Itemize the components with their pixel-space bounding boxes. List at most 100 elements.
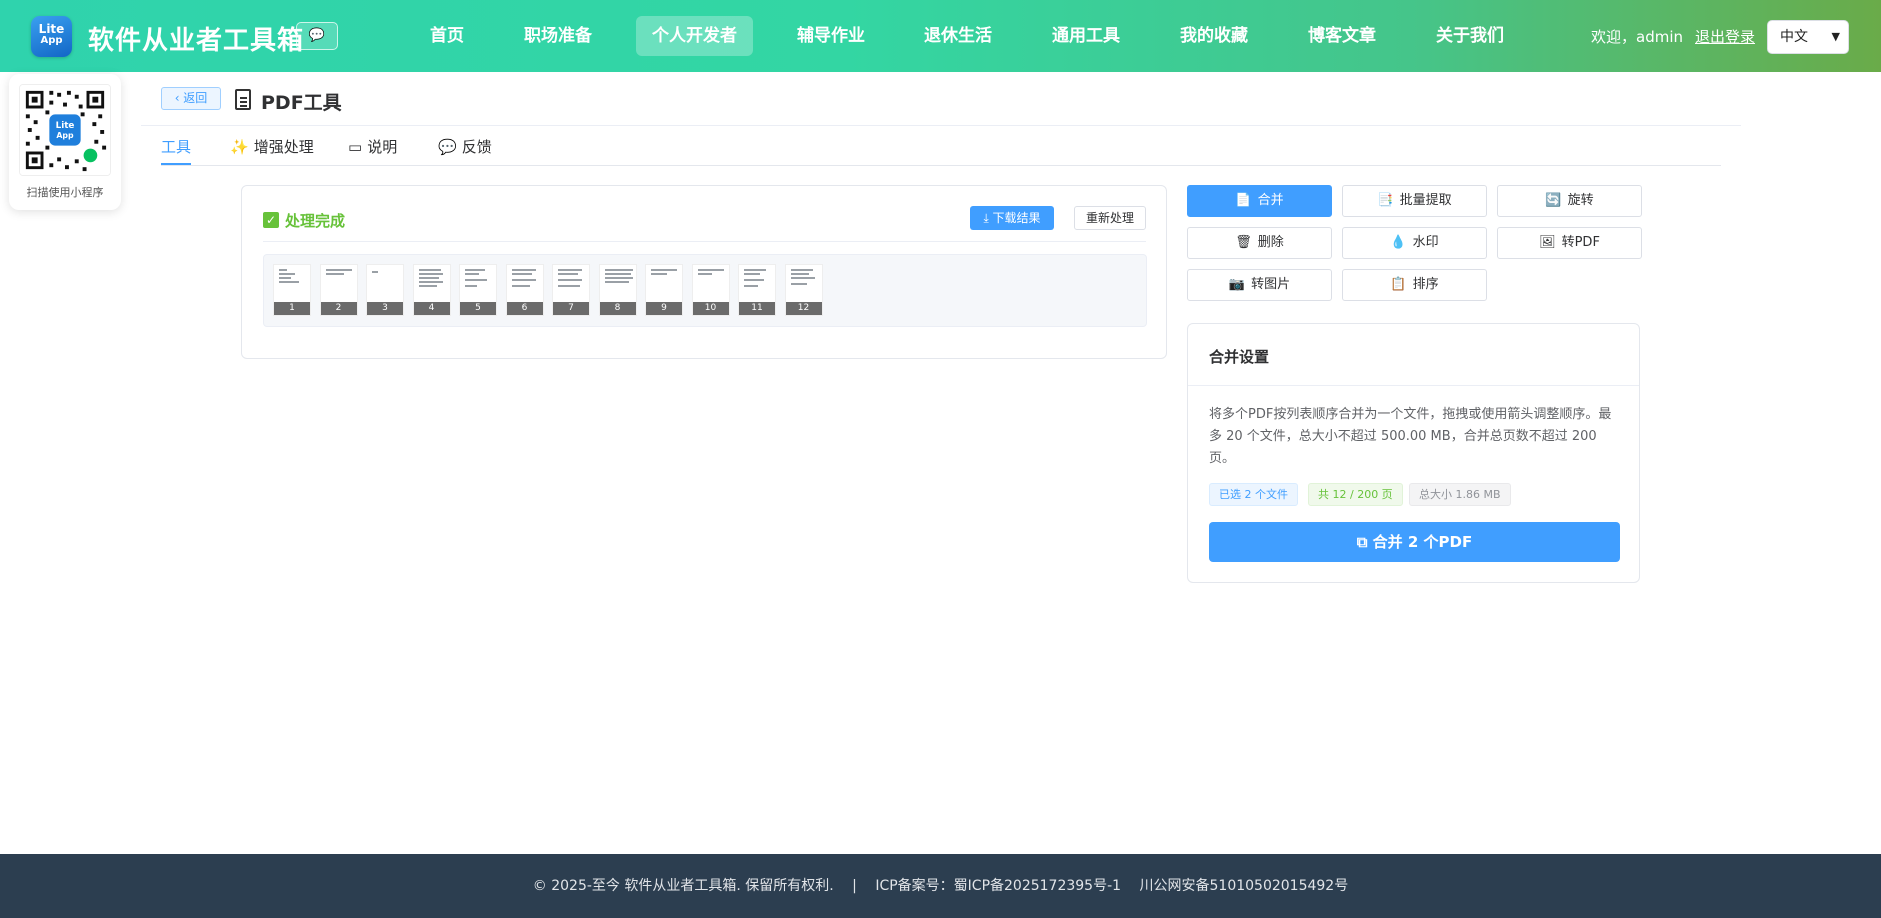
thumbnail-text-line [465, 269, 485, 271]
document-icon [235, 89, 251, 110]
page-thumbnail-strip: 1 2 3 4 5 6 7 8 9 10 11 12 [263, 254, 1147, 327]
tool-rotate-button[interactable]: 🔄 旋转 [1497, 185, 1642, 217]
camera-icon: 📷 [1228, 277, 1246, 292]
thumbnail-text-line [790, 277, 815, 279]
tab-feedback-label: 反馈 [461, 138, 492, 156]
thumbnail-text-line [697, 273, 712, 275]
page-number: 1 [274, 302, 310, 315]
thumbnail-text-line [744, 269, 766, 271]
copyright-text: © 2025-至今 软件从业者工具箱. 保留所有权利. [532, 878, 834, 894]
qr-code-icon: Lite App [19, 84, 111, 176]
tab-instructions-label: 说明 [367, 138, 398, 156]
thumbnail-text-line [511, 269, 536, 271]
tool-delete-button[interactable]: 🗑 删除 [1187, 227, 1332, 259]
page-number: 5 [460, 302, 496, 315]
thumbnail-text-line [651, 269, 677, 271]
site-title[interactable]: 软件从业者工具箱 [88, 20, 304, 57]
image-icon: 🖼 [1539, 235, 1556, 250]
page-thumbnail[interactable]: 6 [505, 264, 544, 316]
tool-batch-extract-button[interactable]: 📑 批量提取 [1342, 185, 1487, 217]
tool-to-image-button[interactable]: 📷 转图片 [1187, 269, 1332, 301]
selected-files-badge: 已选 2 个文件 [1209, 483, 1298, 506]
nav-favorites[interactable]: 我的收藏 [1164, 16, 1264, 56]
page-number: 9 [646, 302, 682, 315]
page-thumbnail[interactable]: 3 [366, 264, 404, 316]
icp-link[interactable]: ICP备案号：蜀ICP备2025172395号-1 [875, 878, 1121, 894]
thumbnail-text-line [744, 279, 764, 281]
result-panel: ✓ 处理完成 ⤓ 下载结果 重新处理 1 2 3 4 5 6 7 8 9 10 11 12 [241, 185, 1167, 359]
tab-feedback[interactable]: 💬 反馈 [438, 137, 492, 165]
thumbnail-text-line [744, 273, 760, 275]
page-count-badge: 共 12 / 200 页 [1308, 483, 1403, 506]
page-thumbnail[interactable]: 5 [459, 264, 497, 316]
page-thumbnail[interactable]: 1 [273, 264, 311, 316]
page-thumbnail[interactable]: 10 [691, 264, 730, 316]
language-select[interactable]: 中文 ▼ [1767, 20, 1849, 54]
sparkle-icon: ✨ [230, 138, 249, 156]
thumbnail-text-line [604, 273, 631, 275]
tool-watermark-button[interactable]: 💧 水印 [1342, 227, 1487, 259]
nav-home[interactable]: 首页 [414, 16, 480, 56]
nav-homework[interactable]: 辅导作业 [781, 16, 881, 56]
nav-about[interactable]: 关于我们 [1420, 16, 1520, 56]
police-record-link[interactable]: 川公网安备51010502015492号 [1140, 878, 1349, 894]
chat-icon[interactable]: 💬 [296, 22, 338, 50]
logout-link[interactable]: 退出登录 [1695, 26, 1755, 47]
status-text: 处理完成 [285, 212, 346, 230]
tab-tools-label: 工具 [161, 138, 192, 156]
nav-career-prep[interactable]: 职场准备 [508, 16, 608, 56]
thumbnail-text-line [744, 285, 758, 287]
app-logo[interactable]: Lite App [31, 16, 72, 57]
logo-text-bottom: App [40, 35, 63, 46]
tab-enhance[interactable]: ✨ 增强处理 [230, 137, 314, 165]
welcome-text: 欢迎，admin [1591, 28, 1683, 46]
thumbnail-text-line [325, 273, 344, 275]
nav-indie-developer[interactable]: 个人开发者 [636, 16, 753, 56]
thumbnail-text-line [418, 285, 437, 287]
page-number: 12 [785, 302, 822, 315]
merge-pdf-button[interactable]: ⧉ 合并 2 个PDF [1209, 522, 1620, 562]
page-thumbnail[interactable]: 12 [784, 264, 823, 316]
merge-icon: ⧉ [1356, 533, 1373, 551]
thumbnail-text-line [790, 283, 807, 285]
tool-to-pdf-button[interactable]: 🖼 转PDF [1497, 227, 1642, 259]
page-thumbnail[interactable]: 11 [738, 264, 776, 316]
thumbnail-text-line [558, 273, 578, 275]
thumbnail-text-line [279, 277, 291, 279]
thumbnail-text-line [279, 273, 295, 275]
tool-label: 批量提取 [1399, 193, 1452, 208]
page-thumbnail[interactable]: 7 [552, 264, 590, 316]
page-thumbnail[interactable]: 8 [598, 264, 637, 316]
download-result-button[interactable]: ⤓ 下载结果 [970, 206, 1054, 230]
document-icon: 📄 [1235, 193, 1252, 208]
trash-icon: 🗑 [1235, 235, 1252, 250]
page-thumbnail[interactable]: 9 [645, 264, 683, 316]
settings-divider [1188, 385, 1639, 386]
back-button[interactable]: ‹ 返回 [161, 87, 221, 110]
tab-divider [161, 165, 1721, 166]
thumbnail-text-line [604, 269, 633, 271]
thumbnail-text-line [325, 269, 352, 271]
thumbnail-text-line [651, 273, 667, 275]
tool-sort-button[interactable]: 📋 排序 [1342, 269, 1487, 301]
nav-retirement[interactable]: 退休生活 [908, 16, 1008, 56]
tool-merge-button[interactable]: 📄 合并 [1187, 185, 1332, 217]
tab-instructions[interactable]: ▭ 说明 [348, 137, 397, 165]
page-number: 11 [739, 302, 775, 315]
thumbnail-text-line [790, 269, 813, 271]
tab-tools[interactable]: 工具 [161, 137, 192, 165]
monitor-icon: ▭ [348, 138, 363, 156]
page-number: 6 [506, 302, 543, 315]
nav-general-tools[interactable]: 通用工具 [1036, 16, 1136, 56]
clipboard-icon: 📋 [1390, 277, 1407, 292]
nav-blog[interactable]: 博客文章 [1292, 16, 1392, 56]
svg-text:Lite: Lite [56, 121, 75, 131]
thumbnail-text-line [279, 281, 299, 283]
thumbnail-text-line [372, 271, 378, 273]
page-thumbnail[interactable]: 2 [319, 264, 358, 316]
thumbnail-text-line [604, 281, 629, 283]
header-divider [141, 125, 1741, 126]
page-number: 2 [320, 302, 357, 315]
page-thumbnail[interactable]: 4 [412, 264, 451, 316]
reprocess-button[interactable]: 重新处理 [1074, 206, 1146, 230]
